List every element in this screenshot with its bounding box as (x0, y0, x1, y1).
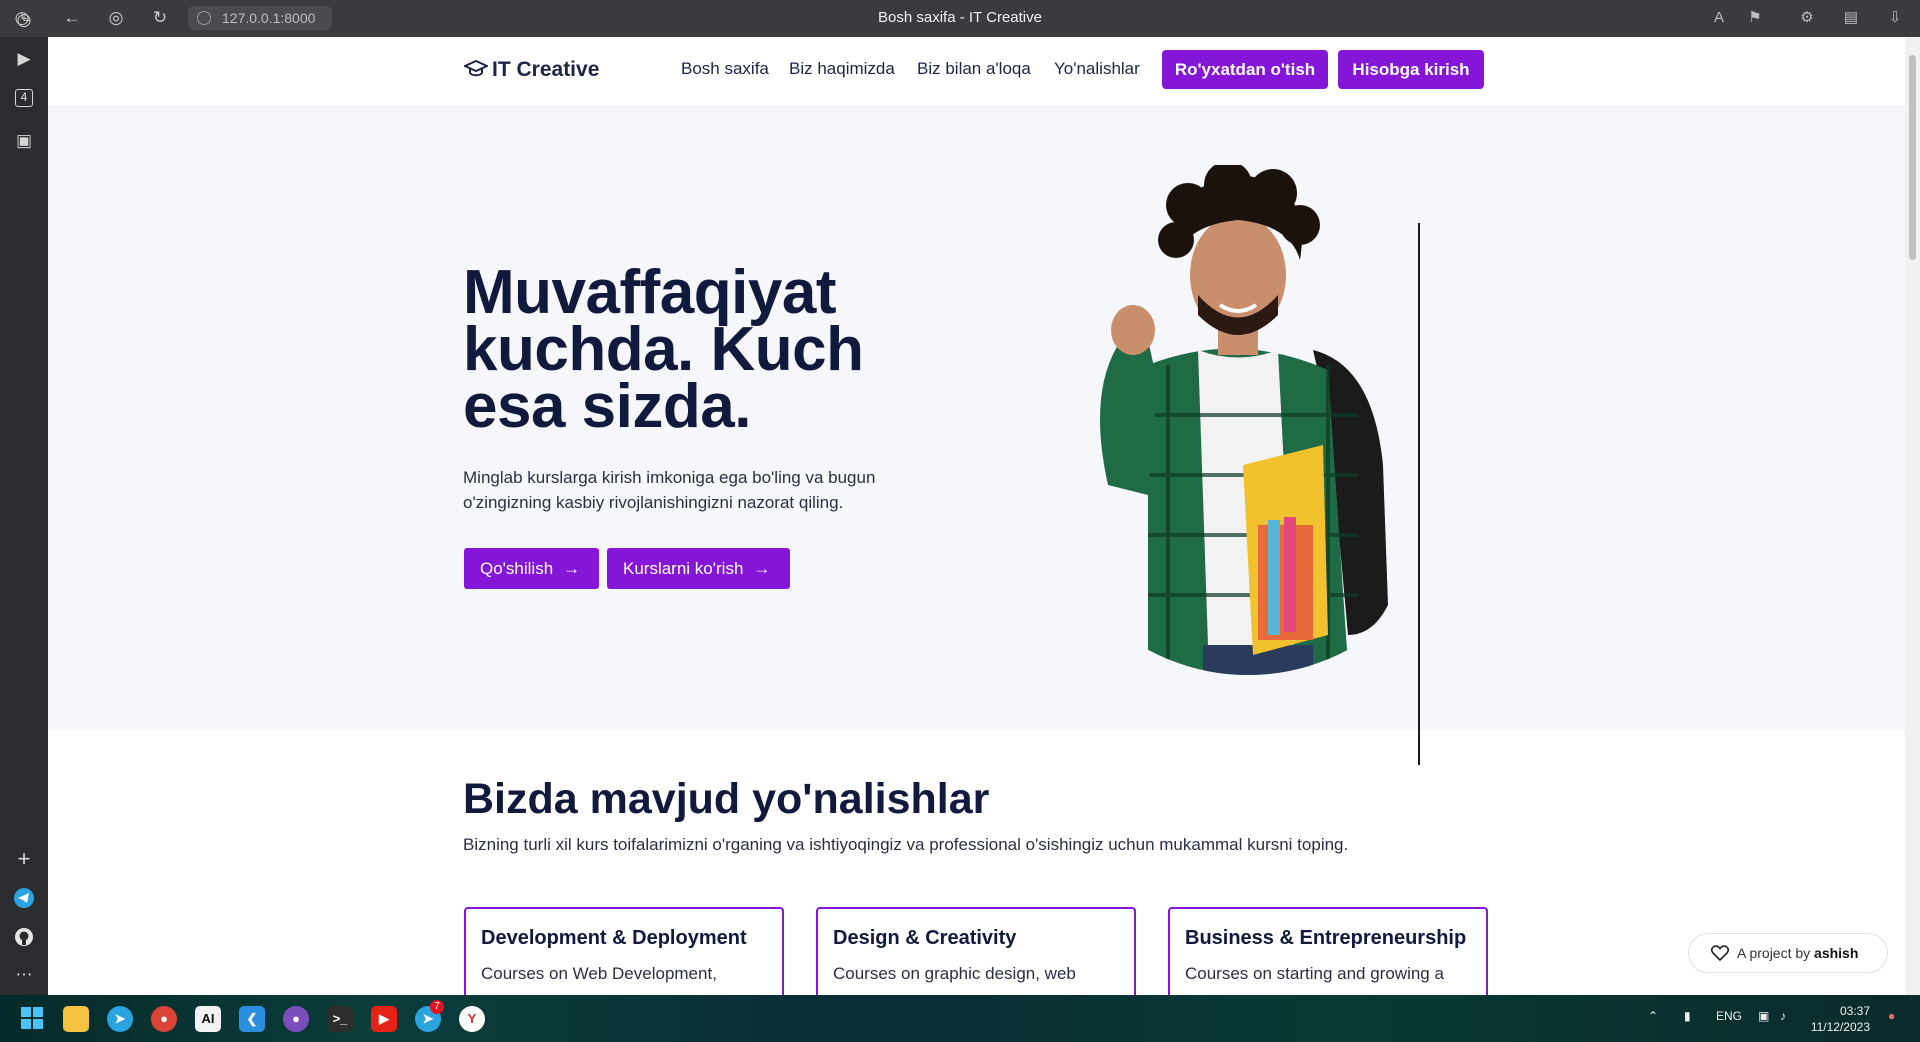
heart-icon (1711, 945, 1729, 961)
hero-section: Muvaffaqiyat kuchda. Kuch esa sizda. Min… (48, 105, 1905, 765)
clock-date: 11/12/2023 (1810, 1020, 1870, 1034)
credit-author: ashish (1814, 945, 1859, 961)
notification-bell-icon[interactable]: ● (1888, 1009, 1895, 1023)
telegram-notification-badge: 7 (430, 1000, 444, 1014)
login-button[interactable]: Hisobga kirish (1338, 50, 1484, 89)
clock-time: 03:37 (1839, 1004, 1870, 1018)
translate-icon[interactable]: A (1708, 7, 1730, 29)
terminal-icon[interactable]: >_ (327, 1006, 353, 1032)
logo-text: IT Creative (492, 58, 600, 81)
reload-icon[interactable]: ↻ (148, 6, 172, 30)
credit-prefix: A project by (1737, 945, 1811, 961)
taskbar-clock[interactable]: 03:37 11/12/2023 (1810, 1003, 1870, 1035)
vscode-icon[interactable]: ❮ (239, 1006, 265, 1032)
windows-taskbar: ➤ ● AI ❮ ● >_ ▶ ➤ 7 Y ⌃ ▮ ENG ▣ ♪ 03:37 … (0, 995, 1920, 1042)
downloads-icon[interactable]: ⇩ (1884, 7, 1906, 29)
card-text: Courses on Web Development, (481, 964, 717, 983)
project-credit-badge[interactable]: A project by ashish (1688, 933, 1888, 973)
site-header: IT Creative Bosh saxifa Biz haqimizda Bi… (48, 37, 1905, 105)
hero-divider (1418, 223, 1420, 765)
nav-link-directions[interactable]: Yo'nalishlar (1054, 59, 1140, 79)
file-explorer-icon[interactable] (63, 1006, 89, 1032)
telegram-taskbar-icon[interactable]: ➤ (107, 1006, 133, 1032)
hero-title-line-3: esa sizda. (463, 372, 751, 441)
direction-card-design[interactable]: Design & Creativity Courses on graphic d… (816, 907, 1136, 995)
sidebar-history-icon[interactable]: ◷ (12, 8, 36, 32)
directions-title: Bizda mavjud yo'nalishlar (463, 775, 990, 823)
volume-icon[interactable]: ♪ (1780, 1009, 1786, 1023)
view-courses-label: Kurslarni ko'rish (623, 559, 744, 578)
windows-start-icon[interactable] (19, 1006, 45, 1032)
graduation-cap-icon (464, 59, 488, 77)
github-icon[interactable] (12, 927, 36, 951)
browser-toolbar: ◷ ← ◎ ↻ 127.0.0.1:8000 Bosh saxifa - IT … (0, 0, 1920, 37)
chrome-icon[interactable]: ● (151, 1006, 177, 1032)
site-logo[interactable]: IT Creative (464, 58, 599, 82)
youtube-icon[interactable]: ▶ (371, 1006, 397, 1032)
screenshot-icon[interactable]: ▣ (12, 129, 36, 153)
tray-chevron-icon[interactable]: ⌃ (1648, 1009, 1658, 1023)
join-button[interactable]: Qo'shilish → (464, 548, 599, 589)
page-scrollbar[interactable] (1905, 37, 1920, 995)
card-title: Design & Creativity (833, 927, 1017, 949)
direction-card-development[interactable]: Development & Deployment Courses on Web … (464, 907, 784, 995)
join-button-label: Qo'shilish (480, 559, 554, 578)
collections-icon[interactable]: ▤ (1840, 7, 1862, 29)
view-courses-button[interactable]: Kurslarni ko'rish → (607, 548, 790, 589)
more-icon[interactable]: ⋯ (12, 963, 36, 987)
hero-student-image (1100, 165, 1388, 675)
card-text: Courses on graphic design, web (833, 964, 1076, 983)
directions-description: Bizning turli xil kurs toifalarimizni o'… (463, 835, 1349, 854)
settings-icon[interactable]: ⚙ (1796, 7, 1818, 29)
hero-description: Minglab kurslarga kirish imkoniga ega bo… (463, 468, 876, 512)
ai-app-icon[interactable]: AI (195, 1006, 221, 1032)
site-info-icon[interactable] (197, 11, 211, 25)
card-title: Development & Deployment (481, 927, 747, 949)
back-arrow-icon[interactable]: ← (60, 6, 84, 30)
github-desktop-icon[interactable]: ● (283, 1006, 309, 1032)
address-text: 127.0.0.1:8000 (222, 10, 316, 26)
register-button[interactable]: Ro'yxatdan o'tish (1162, 50, 1328, 89)
card-title: Business & Entrepreneurship (1185, 927, 1467, 949)
address-bar[interactable]: 127.0.0.1:8000 (188, 6, 332, 30)
scrollbar-thumb[interactable] (1909, 55, 1916, 260)
yandex-protect-icon[interactable]: ◎ (104, 6, 128, 30)
arrow-right-icon: → (753, 559, 771, 578)
nav-link-about[interactable]: Biz haqimizda (789, 59, 895, 79)
arrow-right-icon: → (563, 559, 581, 578)
direction-card-business[interactable]: Business & Entrepreneurship Courses on s… (1168, 907, 1488, 995)
hero-title: Muvaffaqiyat kuchda. Kuch esa sizda. (463, 262, 923, 438)
page-viewport: IT Creative Bosh saxifa Biz haqimizda Bi… (48, 37, 1905, 995)
add-panel-icon[interactable]: + (12, 847, 36, 871)
network-icon[interactable]: ▣ (1758, 1009, 1769, 1023)
video-play-icon[interactable]: ▶ (12, 47, 36, 71)
yandex-browser-icon[interactable]: Y (459, 1006, 485, 1032)
browser-sidebar-panel: ◷ ▶ 4 ▣ + ⋯ (0, 10, 48, 995)
tab-count-icon[interactable]: 4 (15, 89, 33, 107)
bookmark-icon[interactable]: ⚑ (1744, 7, 1766, 29)
telegram-icon[interactable] (12, 887, 36, 911)
battery-icon: ▮ (1684, 1009, 1691, 1023)
language-indicator[interactable]: ENG (1716, 1009, 1742, 1023)
nav-link-home[interactable]: Bosh saxifa (681, 59, 769, 79)
card-text: Courses on starting and growing a (1185, 964, 1444, 983)
nav-link-contact[interactable]: Biz bilan a'loqa (917, 59, 1031, 79)
